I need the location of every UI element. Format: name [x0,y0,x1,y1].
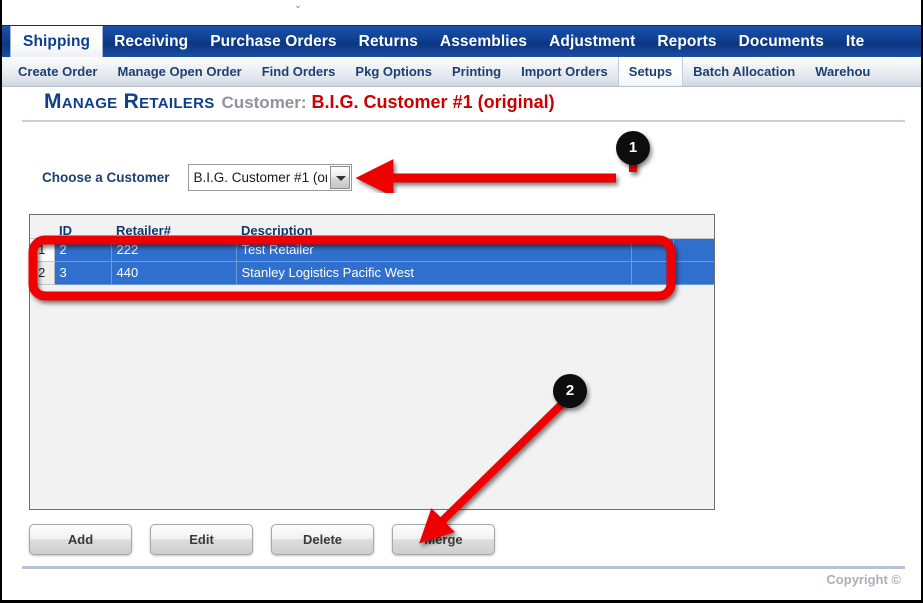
annotation-arrow-1 [355,148,637,197]
customer-label: Customer: [221,93,307,112]
delete-button[interactable]: Delete [271,524,374,555]
cell-id[interactable]: 3 [54,261,112,285]
customer-select[interactable]: B.I.G. Customer #1 (ori [187,164,352,191]
footer-copyright: Copyright © [826,572,901,587]
tab-adjustment[interactable]: Adjustment [538,26,646,57]
subtab-create-order[interactable]: Create Order [8,57,107,86]
column-header-id[interactable]: ID [54,215,111,239]
chevron-down-icon[interactable] [329,166,350,189]
tab-shipping[interactable]: Shipping [10,26,104,57]
column-header-retailer-no[interactable]: Retailer# [111,215,236,239]
tab-reports[interactable]: Reports [646,26,727,57]
table-row[interactable]: 2 3 440 Stanley Logistics Pacific West [30,261,714,285]
callout-badge-2: 2 [553,374,587,408]
tab-purchase-orders[interactable]: Purchase Orders [199,26,347,57]
cell-extra-2[interactable] [673,238,714,262]
tab-receiving[interactable]: Receiving [103,26,199,57]
cell-extra-1[interactable] [631,261,674,285]
column-header-extra-1[interactable] [631,215,673,239]
retailers-grid-panel[interactable]: ID Retailer# Description 1 2 222 Test Re… [29,214,715,510]
chevron-down-glyph [335,176,346,181]
column-header-extra-2[interactable] [673,215,714,239]
tab-documents[interactable]: Documents [728,26,835,57]
callout-badge-1: 1 [616,131,650,165]
column-header-description[interactable]: Description [236,215,631,239]
cell-extra-1[interactable] [631,238,674,262]
choose-customer-label: Choose a Customer [42,170,170,185]
application-window: ⌄ Shipping Receiving Purchase Orders Return… [0,0,923,603]
customer-chooser-row: Choose a Customer B.I.G. Customer #1 (ori [42,164,352,192]
subtab-warehouse[interactable]: Warehou [805,57,880,86]
tab-assemblies[interactable]: Assemblies [429,26,538,57]
tab-returns[interactable]: Returns [348,26,429,57]
subtab-find-orders[interactable]: Find Orders [252,57,346,86]
secondary-tab-bar: Create Order Manage Open Order Find Orders… [2,57,921,87]
edit-button[interactable]: Edit [150,524,253,555]
add-button[interactable]: Add [29,524,132,555]
cell-id[interactable]: 2 [54,238,112,262]
cell-retailer-no[interactable]: 222 [111,238,237,262]
cell-extra-2[interactable] [673,261,714,285]
action-button-row: Add Edit Delete Merge [29,524,513,557]
page-title-text: Manage Retailers [44,90,215,113]
row-header[interactable]: 2 [30,261,55,285]
table-header-row: ID Retailer# Description [30,215,714,239]
row-header[interactable]: 1 [30,238,55,262]
subtab-import-orders[interactable]: Import Orders [511,57,618,86]
cell-description[interactable]: Stanley Logistics Pacific West [236,261,632,285]
retailers-table: ID Retailer# Description 1 2 222 Test Re… [30,215,714,285]
subtab-printing[interactable]: Printing [442,57,511,86]
customer-select-value: B.I.G. Customer #1 (ori [193,170,327,185]
subtab-batch-allocation[interactable]: Batch Allocation [683,57,805,86]
table-row[interactable]: 1 2 222 Test Retailer [30,238,714,262]
subtab-setups[interactable]: Setups [617,57,684,86]
subtab-pkg-options[interactable]: Pkg Options [345,57,442,86]
merge-button[interactable]: Merge [392,524,495,555]
tab-items[interactable]: Ite [835,26,875,57]
page-title: Manage Retailers Customer: B.I.G. Customer… [22,90,905,122]
column-header-rownum[interactable] [30,215,54,239]
customer-name-value: B.I.G. Customer #1 (original) [311,92,555,112]
window-chrome-nub: ⌄ [294,0,302,10]
footer-divider [22,566,905,569]
subtab-manage-open-order[interactable]: Manage Open Order [107,57,251,86]
primary-tab-bar: Shipping Receiving Purchase Orders Returns A… [2,25,921,57]
cell-description[interactable]: Test Retailer [236,238,632,262]
cell-retailer-no[interactable]: 440 [111,261,237,285]
